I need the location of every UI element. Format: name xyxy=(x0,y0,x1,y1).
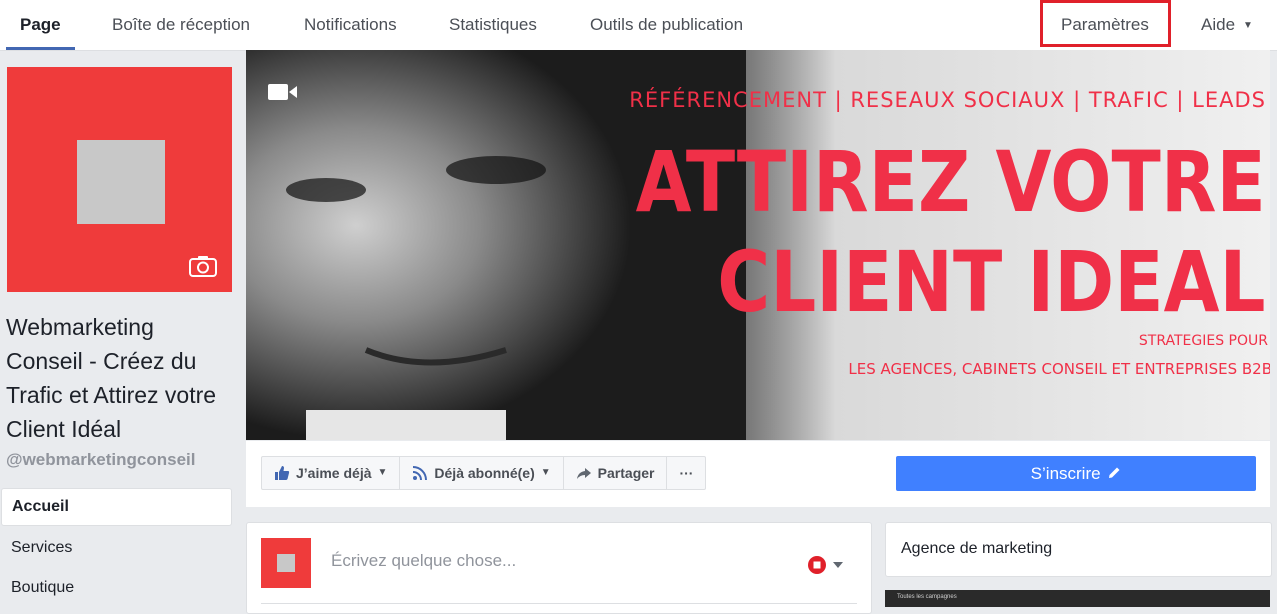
tab-help[interactable]: Aide ▼ xyxy=(1201,0,1253,50)
ads-preview-thumbnail[interactable]: Toutes les campagnes xyxy=(885,590,1270,607)
video-camera-icon[interactable] xyxy=(268,82,298,102)
camera-icon[interactable] xyxy=(189,255,217,277)
chevron-down-icon: ▼ xyxy=(1243,19,1253,31)
cover-headline-line2: CLIENT IDEAL xyxy=(717,233,1266,331)
tab-statistics[interactable]: Statistiques xyxy=(449,0,537,50)
share-arrow-icon xyxy=(576,468,591,479)
thumbs-up-icon xyxy=(275,466,290,480)
cover-photo[interactable]: RÉFÉRENCEMENT | RESEAUX SOCIAUX | TRAFIC… xyxy=(246,50,1270,440)
page-category-card: Agence de marketing xyxy=(885,522,1272,577)
ads-preview-text: Toutes les campagnes xyxy=(897,594,957,600)
page-name: Webmarketing Conseil - Créez du Trafic e… xyxy=(6,314,217,442)
more-options-button[interactable]: ··· xyxy=(667,457,705,489)
post-as-selector[interactable] xyxy=(807,555,847,575)
side-nav: Accueil Services Boutique xyxy=(1,488,232,610)
page-handle[interactable]: @webmarketingconseil xyxy=(6,450,195,470)
tab-publishing-tools[interactable]: Outils de publication xyxy=(590,0,743,50)
cover-subtitle-line2: LES AGENCES, CABINETS CONSEIL ET ENTREPR… xyxy=(848,360,1270,378)
profile-picture[interactable] xyxy=(7,67,232,292)
tab-inbox[interactable]: Boîte de réception xyxy=(112,0,250,50)
settings-highlight-box xyxy=(1040,0,1171,47)
page-category: Agence de marketing xyxy=(901,540,1053,557)
composer-divider xyxy=(261,603,857,604)
more-dots-icon: ··· xyxy=(679,465,694,481)
post-composer: Écrivez quelque chose... xyxy=(246,522,872,614)
like-button[interactable]: J’aime déjà ▼ xyxy=(262,457,401,489)
profile-logo-placeholder xyxy=(77,140,165,224)
help-label: Aide xyxy=(1201,15,1236,34)
chevron-down-icon: ▼ xyxy=(540,467,551,478)
avatar-logo-placeholder xyxy=(277,554,295,572)
avatar xyxy=(261,538,311,588)
composer-input[interactable]: Écrivez quelque chose... xyxy=(331,551,771,571)
rss-icon xyxy=(413,466,428,481)
page-top-nav: Page Boîte de réception Notifications St… xyxy=(0,0,1277,51)
pencil-icon xyxy=(1109,467,1120,478)
follow-button[interactable]: Déjà abonné(e) ▼ xyxy=(400,457,564,489)
share-button[interactable]: Partager xyxy=(564,457,668,489)
cover-headline-line1: ATTIREZ VOTRE xyxy=(635,133,1266,231)
tab-page[interactable]: Page xyxy=(6,0,75,50)
tab-notifications[interactable]: Notifications xyxy=(304,0,397,50)
page-action-bar: J’aime déjà ▼ Déjà abonné(e) ▼ Partager … xyxy=(246,441,1270,507)
sidebar-item-services[interactable]: Services xyxy=(1,530,232,566)
sidebar-item-home[interactable]: Accueil xyxy=(1,488,232,526)
cover-tagline: RÉFÉRENCEMENT | RESEAUX SOCIAUX | TRAFIC… xyxy=(629,88,1266,112)
share-button-label: Partager xyxy=(597,465,655,481)
page-action-buttons: J’aime déjà ▼ Déjà abonné(e) ▼ Partager … xyxy=(261,456,707,490)
subscribe-button[interactable]: S’inscrire xyxy=(896,456,1256,491)
cover-subtitle-line1: STRATEGIES POUR xyxy=(1138,333,1268,349)
sidebar-item-shop[interactable]: Boutique xyxy=(1,570,232,606)
subscribe-button-label: S’inscrire xyxy=(1030,464,1101,483)
like-button-label: J’aime déjà xyxy=(296,465,372,481)
chevron-down-icon: ▼ xyxy=(377,467,388,478)
follow-button-label: Déjà abonné(e) xyxy=(434,465,535,481)
